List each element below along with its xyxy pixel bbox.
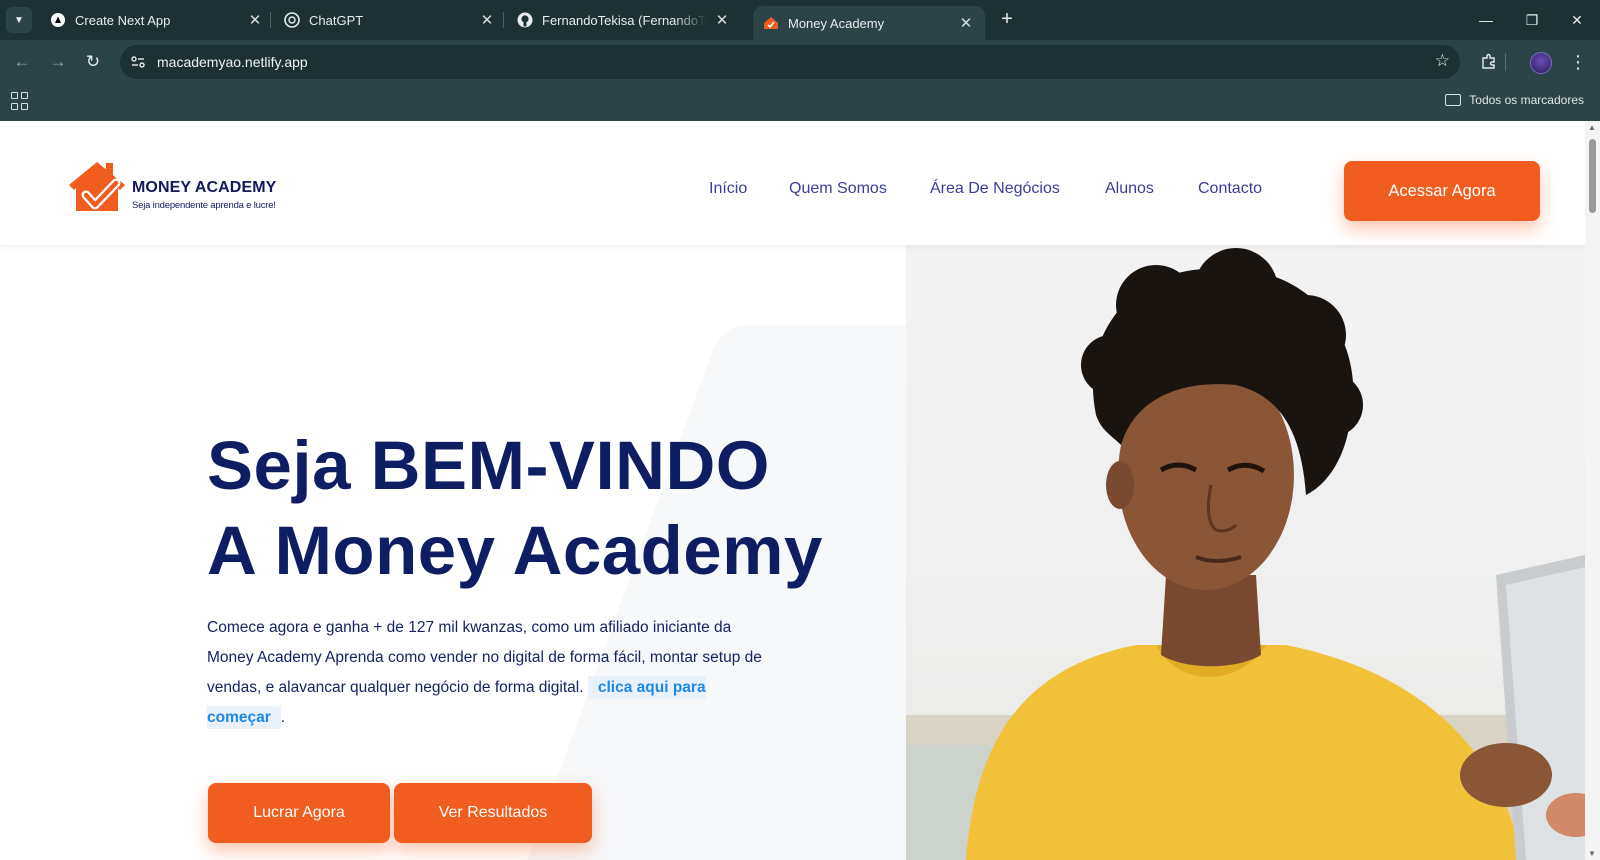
scrollbar-thumb[interactable] — [1589, 139, 1596, 213]
browser-toolbar: ← → ↻ macademyao.netlify.app ☆ ⋮ — [0, 40, 1600, 84]
new-tab-button[interactable]: + — [995, 8, 1019, 32]
tab-title: Money Academy — [788, 15, 885, 31]
money-academy-favicon — [763, 15, 779, 31]
nav-link-quem-somos[interactable]: Quem Somos — [789, 180, 887, 198]
hero-title-line2: A Money Academy — [207, 512, 823, 589]
tab-chatgpt[interactable]: ChatGPT ✕ — [280, 0, 500, 40]
folder-icon — [1445, 94, 1462, 106]
tab-money-academy[interactable]: Money Academy ✕ — [753, 6, 985, 40]
scroll-up-icon[interactable]: ▲ — [1588, 123, 1596, 132]
browser-menu-button[interactable]: ⋮ — [1566, 50, 1590, 74]
hero-section: Seja BEM-VINDO A Money Academy Comece ag… — [0, 245, 1585, 860]
minimize-icon: — — [1479, 12, 1493, 28]
tab-divider — [503, 12, 504, 28]
hero-photo — [906, 245, 1585, 860]
tab-title: ChatGPT — [309, 12, 364, 28]
toolbar-divider — [1501, 50, 1509, 74]
site-logo[interactable]: MONEY ACADEMY Seja independente aprenda … — [66, 159, 306, 215]
reload-button[interactable]: ↻ — [81, 50, 105, 74]
nextjs-icon — [50, 12, 66, 28]
chatgpt-icon — [284, 12, 300, 28]
profile-avatar[interactable] — [1530, 52, 1552, 74]
window-close-button[interactable]: ✕ — [1554, 0, 1600, 40]
tab-search-button[interactable]: ▼ — [6, 7, 32, 33]
back-button[interactable]: ← — [10, 50, 34, 74]
hero-description: Comece agora e ganha + de 127 mil kwanza… — [207, 613, 777, 733]
forward-button[interactable]: → — [46, 50, 70, 74]
logo-brand-text: MONEY ACADEMY — [132, 179, 277, 196]
student-laptop-illustration — [906, 248, 1585, 860]
hero-title-line1: Seja BEM-VINDO — [207, 427, 770, 504]
hero-description-end: . — [280, 709, 286, 726]
nav-link-alunos[interactable]: Alunos — [1105, 180, 1154, 198]
arrow-right-icon: → — [49, 52, 67, 71]
close-icon[interactable]: ✕ — [713, 11, 731, 29]
page-viewport: MONEY ACADEMY Seja independente aprenda … — [0, 121, 1585, 860]
bookmark-star-icon[interactable]: ☆ — [1435, 51, 1450, 71]
chevron-down-icon: ▼ — [14, 14, 24, 26]
kebab-menu-icon: ⋮ — [1569, 51, 1587, 72]
all-bookmarks-label: Todos os marcadores — [1469, 93, 1584, 107]
ver-resultados-button[interactable]: Ver Resultados — [394, 783, 592, 843]
nav-link-inicio[interactable]: Início — [709, 180, 747, 198]
puzzle-icon — [1482, 53, 1495, 69]
bookmarks-bar: Todos os marcadores — [0, 84, 1600, 121]
minimize-button[interactable]: — — [1463, 0, 1509, 40]
tab-create-next-app[interactable]: Create Next App ✕ — [46, 0, 268, 40]
nav-link-contacto[interactable]: Contacto — [1198, 180, 1262, 198]
browser-tab-strip: ▼ Create Next App ✕ ChatGPT ✕ FernandoTe… — [0, 0, 1600, 40]
logo-tagline: Seja independente aprenda e lucre! — [132, 200, 276, 211]
tab-title: FernandoTekisa (FernandoTekisa) — [542, 12, 707, 28]
reload-icon: ↻ — [85, 52, 101, 71]
all-bookmarks-button[interactable]: Todos os marcadores — [1445, 93, 1584, 107]
close-icon: ✕ — [1571, 11, 1583, 28]
restore-icon: ❐ — [1525, 11, 1539, 28]
restore-button[interactable]: ❐ — [1509, 0, 1555, 40]
hero-title: Seja BEM-VINDO A Money Academy — [207, 423, 823, 593]
github-icon — [517, 12, 533, 28]
apps-grid-icon[interactable] — [11, 92, 29, 110]
lucrar-agora-button[interactable]: Lucrar Agora — [208, 783, 390, 843]
url-text[interactable]: macademyao.netlify.app — [157, 54, 308, 70]
scroll-down-icon[interactable]: ▼ — [1588, 849, 1596, 858]
page-scrollbar[interactable]: ▲ ▼ — [1585, 121, 1600, 860]
tab-github[interactable]: FernandoTekisa (FernandoTekisa) ✕ — [513, 0, 735, 40]
site-settings-icon[interactable] — [130, 54, 146, 70]
close-icon[interactable]: ✕ — [957, 14, 975, 32]
house-check-logo-icon — [69, 162, 125, 211]
arrow-left-icon: ← — [13, 52, 31, 71]
tab-divider — [270, 12, 271, 28]
site-header: MONEY ACADEMY Seja independente aprenda … — [0, 121, 1585, 245]
tab-title: Create Next App — [75, 12, 171, 28]
nav-link-area-de-negocios[interactable]: Área De Negócios — [930, 180, 1060, 198]
extensions-button[interactable] — [1477, 50, 1501, 74]
acessar-agora-button[interactable]: Acessar Agora — [1344, 161, 1540, 221]
close-icon[interactable]: ✕ — [478, 11, 496, 29]
address-bar[interactable]: macademyao.netlify.app ☆ — [120, 45, 1460, 79]
close-icon[interactable]: ✕ — [246, 11, 264, 29]
